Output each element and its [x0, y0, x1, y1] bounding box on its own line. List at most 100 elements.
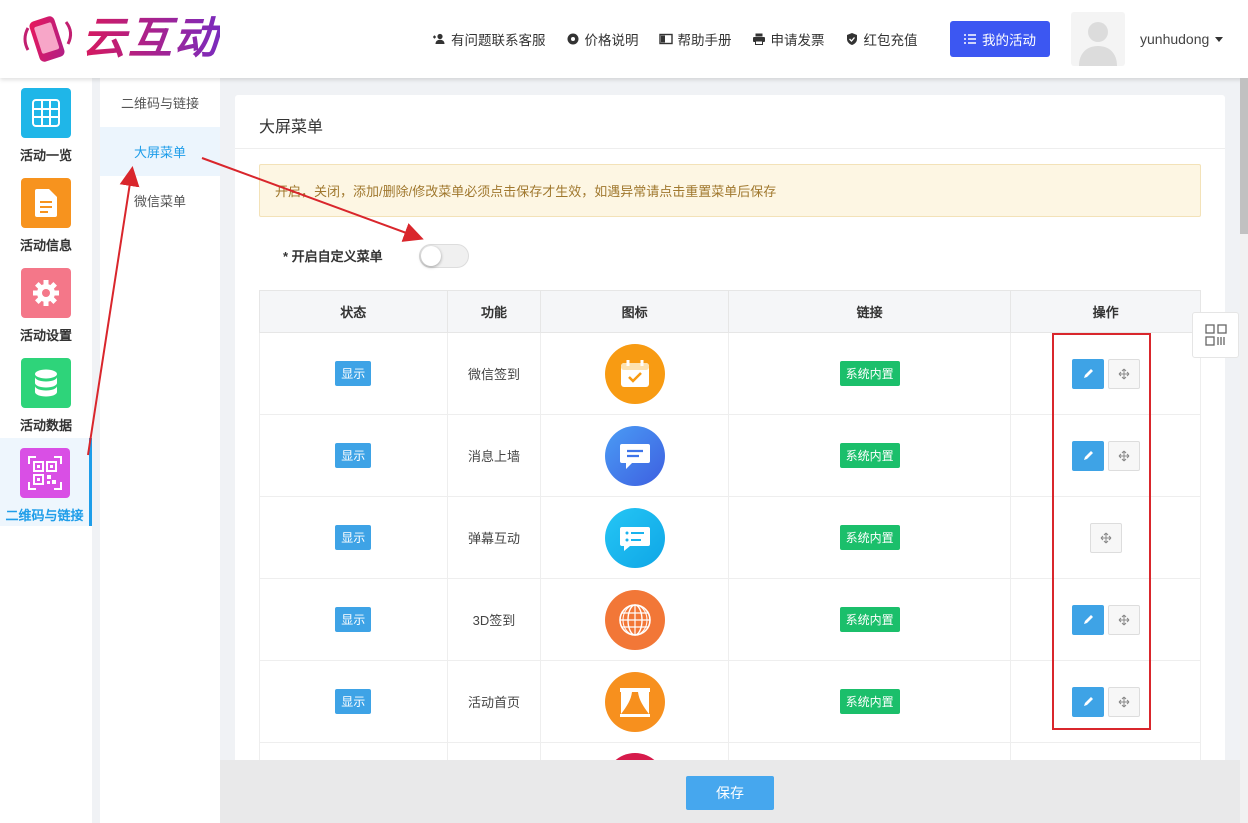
move-icon	[1118, 368, 1130, 379]
redpacket-recharge-link[interactable]: 红包充值	[845, 29, 918, 49]
move-icon	[1118, 450, 1130, 461]
move-icon	[1118, 696, 1130, 707]
custom-menu-toggle-label: * 开启自定义菜单	[283, 249, 383, 264]
sidebar-item-activity-data[interactable]: 活动数据	[0, 348, 92, 436]
table-header: 状态 功能 图标 链接 操作	[259, 290, 1201, 333]
contact-support-label: 有问题联系客服	[451, 33, 546, 48]
status-badge[interactable]: 显示	[335, 443, 372, 468]
book-icon	[658, 33, 673, 45]
sub-nav: 二维码与链接 大屏菜单 微信菜单	[100, 78, 220, 823]
link-badge: 系统内置	[839, 361, 900, 386]
subnav-item-wechat-menu[interactable]: 微信菜单	[100, 176, 220, 225]
username: yunhudong	[1140, 31, 1210, 47]
save-button[interactable]: 保存	[686, 776, 774, 810]
status-badge[interactable]: 显示	[335, 689, 372, 714]
link-badge: 系统内置	[839, 443, 900, 468]
subnav-item-label: 二维码与链接	[120, 96, 199, 111]
notice-banner: 开启，关闭，添加/删除/修改菜单必须点击保存才生效，如遇异常请点击重置菜单后保存	[259, 164, 1201, 217]
qrcode-icon	[19, 448, 70, 498]
drag-handle-button[interactable]	[1107, 686, 1140, 717]
drag-handle-button[interactable]	[1107, 358, 1140, 389]
contact-support-link[interactable]: 有问题联系客服	[432, 29, 546, 49]
my-activities-button[interactable]: 我的活动	[950, 21, 1050, 57]
list-icon	[964, 34, 976, 44]
column-header-link: 链接	[729, 291, 1012, 332]
table-row: 显示 3D签到 系统内置	[259, 579, 1201, 661]
pencil-icon	[1083, 368, 1093, 378]
main-sidebar: 活动一览 活动信息 活动设置 活动数据 二维码与链接	[0, 78, 92, 823]
chat-bubble-icon[interactable]	[604, 425, 665, 486]
sidebar-item-label: 活动信息	[19, 238, 72, 253]
subnav-item-screen-menu[interactable]: 大屏菜单	[100, 127, 220, 176]
page-scrollbar[interactable]	[1240, 78, 1248, 823]
function-name: 弹幕互动	[467, 531, 520, 546]
pencil-icon	[1083, 614, 1093, 624]
qrcode-icon	[1204, 324, 1227, 346]
phone-logo-icon	[23, 16, 73, 62]
gear-icon	[567, 33, 578, 45]
pricing-link[interactable]: 价格说明	[566, 29, 639, 49]
drag-handle-button[interactable]	[1107, 604, 1140, 635]
user-plus-icon	[433, 33, 445, 44]
brand-name: 云互动	[82, 10, 220, 68]
gear-icon	[21, 268, 71, 318]
top-header: 云互动 有问题联系客服 价格说明 帮助手册 申请发票 红包充值 我的活动 yun	[0, 0, 1248, 78]
status-badge[interactable]: 显示	[335, 607, 372, 632]
pencil-icon	[1083, 696, 1093, 706]
custom-menu-toggle[interactable]	[419, 244, 469, 268]
column-header-function: 功能	[448, 291, 542, 332]
sidebar-item-activity-settings[interactable]: 活动设置	[0, 258, 92, 346]
notice-text: 开启，关闭，添加/删除/修改菜单必须点击保存才生效，如遇异常请点击重置菜单后保存	[275, 184, 777, 199]
subnav-item-qrcode-link[interactable]: 二维码与链接	[100, 78, 220, 127]
column-header-icon: 图标	[541, 291, 729, 332]
function-name: 活动首页	[467, 695, 520, 710]
column-header-status: 状态	[260, 291, 448, 332]
sidebar-item-label: 二维码与链接	[5, 508, 84, 523]
link-badge: 系统内置	[839, 607, 900, 632]
page-title: 大屏菜单	[259, 119, 324, 136]
toggle-knob	[421, 246, 441, 266]
user-menu[interactable]: yunhudong	[1140, 31, 1224, 47]
globe-icon[interactable]	[604, 589, 665, 650]
subnav-item-label: 大屏菜单	[133, 145, 186, 160]
edit-button[interactable]	[1071, 440, 1104, 471]
table-row: 显示 弹幕互动 系统内置	[259, 497, 1201, 579]
brand-logo[interactable]: 云互动	[20, 10, 220, 68]
floating-qrcode-button[interactable]	[1192, 312, 1239, 358]
table-row: 显示 微信签到 系统内置	[259, 333, 1201, 415]
database-icon	[21, 358, 71, 408]
scrollbar-thumb[interactable]	[1240, 78, 1248, 234]
shield-check-icon	[846, 33, 857, 45]
printer-icon	[752, 33, 765, 45]
function-name: 微信签到	[467, 367, 520, 382]
status-badge[interactable]: 显示	[335, 361, 372, 386]
invoice-label: 申请发票	[770, 33, 825, 48]
avatar[interactable]	[1071, 12, 1125, 66]
drag-handle-button[interactable]	[1107, 440, 1140, 471]
top-nav: 有问题联系客服 价格说明 帮助手册 申请发票 红包充值	[432, 21, 938, 57]
edit-button[interactable]	[1071, 604, 1104, 635]
link-badge: 系统内置	[839, 525, 900, 550]
title-divider	[235, 148, 1225, 149]
edit-button[interactable]	[1071, 358, 1104, 389]
danmaku-icon[interactable]	[604, 507, 665, 568]
help-manual-link[interactable]: 帮助手册	[658, 29, 732, 49]
grid-icon	[21, 88, 71, 138]
table-row: 显示 消息上墙 系统内置	[259, 415, 1201, 497]
footer-bar: 保存	[220, 760, 1240, 823]
move-icon	[1100, 532, 1112, 543]
calendar-check-icon[interactable]	[604, 343, 665, 404]
status-badge[interactable]: 显示	[335, 525, 372, 550]
default-user-icon	[1079, 22, 1117, 66]
edit-button[interactable]	[1071, 686, 1104, 717]
table-row: 显示 活动首页 系统内置	[259, 661, 1201, 743]
function-name: 消息上墙	[467, 449, 520, 464]
sidebar-item-activity-info[interactable]: 活动信息	[0, 168, 92, 256]
sidebar-item-qrcode-link[interactable]: 二维码与链接	[0, 438, 92, 526]
redpacket-recharge-label: 红包充值	[863, 33, 918, 48]
invoice-link[interactable]: 申请发票	[752, 29, 825, 49]
sidebar-item-activity-list[interactable]: 活动一览	[0, 78, 92, 166]
drag-handle-button[interactable]	[1089, 522, 1122, 553]
move-icon	[1118, 614, 1130, 625]
stage-curtain-icon[interactable]	[604, 671, 665, 732]
